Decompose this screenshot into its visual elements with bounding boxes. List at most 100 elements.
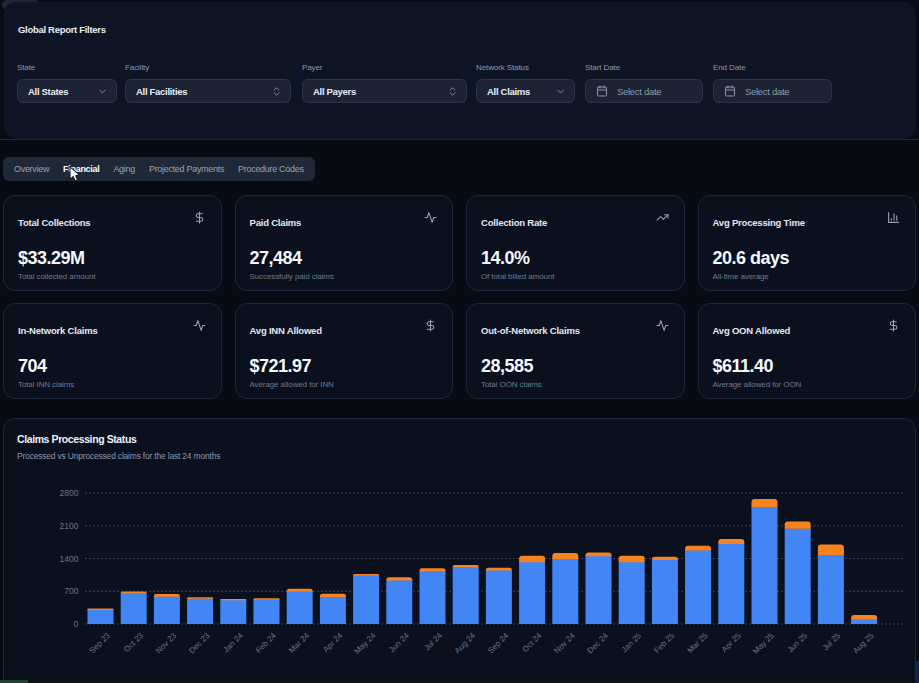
bar-processed[interactable] (121, 593, 147, 624)
kpi-subtitle: Of total billed amount (481, 272, 670, 281)
x-axis-label: Feb 24 (254, 631, 278, 655)
kpi-card-collection-rate: Collection Rate14.0%Of total billed amou… (466, 195, 685, 291)
y-axis-label: 2100 (60, 521, 79, 531)
x-axis-label: Nov 23 (154, 631, 179, 656)
kpi-title: Avg Processing Time (713, 217, 902, 228)
date-input[interactable]: Select date (585, 79, 703, 103)
kpi-row-2: In-Network Claims704Total INN claimsAvg … (3, 303, 916, 399)
filter-label: End Date (713, 63, 832, 72)
select-value: All Payers (313, 86, 447, 97)
select-input[interactable]: All Facilities (125, 79, 291, 103)
x-axis-label: Sep 24 (486, 631, 511, 656)
chevron-down-icon (97, 86, 108, 97)
bar-processed[interactable] (220, 600, 246, 624)
x-axis-label: Jan 25 (620, 631, 644, 655)
activity-icon (193, 318, 206, 336)
bar-processed[interactable] (420, 571, 446, 624)
x-axis-label: Jul 25 (821, 631, 843, 653)
date-placeholder: Select date (617, 86, 694, 97)
tab-overview[interactable]: Overview (7, 164, 56, 174)
tab-procedure-codes[interactable]: Procedure Codes (231, 164, 311, 174)
bar-processed[interactable] (254, 599, 280, 624)
bar-processed[interactable] (320, 596, 346, 624)
bar-unprocessed[interactable] (818, 544, 844, 555)
bar-unprocessed[interactable] (752, 499, 778, 507)
select-input[interactable]: All States (17, 79, 117, 103)
bar-unprocessed[interactable] (287, 589, 313, 592)
x-axis-label: Dec 23 (187, 631, 212, 656)
bar-processed[interactable] (386, 580, 412, 624)
kpi-subtitle: Successfully paid claims (250, 272, 439, 281)
bar-processed[interactable] (718, 544, 744, 624)
filter-label: Facility (125, 63, 291, 72)
bar-unprocessed[interactable] (121, 591, 147, 593)
x-axis-label: Jan 24 (221, 631, 245, 655)
x-axis-label: May 25 (751, 631, 776, 656)
bar-unprocessed[interactable] (652, 557, 678, 560)
x-axis-label: Nov 24 (552, 631, 577, 656)
bar-processed[interactable] (818, 555, 844, 624)
kpi-subtitle: All-time average (713, 272, 902, 281)
kpi-card-in-network-claims: In-Network Claims704Total INN claims (3, 303, 222, 399)
filter-state: StateAll States (17, 63, 117, 103)
bar-unprocessed[interactable] (785, 522, 811, 529)
bar-unprocessed[interactable] (519, 556, 545, 563)
bar-unprocessed[interactable] (486, 568, 512, 571)
tab-projected-payments[interactable]: Projected Payments (142, 164, 231, 174)
bar-unprocessed[interactable] (586, 552, 612, 556)
bar-unprocessed[interactable] (88, 609, 114, 610)
bar-unprocessed[interactable] (420, 568, 446, 571)
dollar-sign-icon (887, 318, 900, 336)
calendar-icon (596, 85, 608, 97)
bar-unprocessed[interactable] (320, 594, 346, 597)
bar-processed[interactable] (552, 559, 578, 625)
kpi-value: 704 (18, 356, 207, 377)
kpi-title: Total Collections (18, 217, 207, 228)
bar-unprocessed[interactable] (187, 597, 213, 598)
bar-unprocessed[interactable] (353, 574, 379, 576)
kpi-title: Avg OON Allowed (713, 325, 902, 336)
x-axis-label: Jul 24 (422, 631, 444, 653)
select-input[interactable]: All Payers (302, 79, 467, 103)
bar-processed[interactable] (619, 562, 645, 624)
filter-start-date: Start DateSelect date (585, 63, 703, 103)
bar-unprocessed[interactable] (619, 556, 645, 563)
bar-processed[interactable] (486, 570, 512, 624)
bar-processed[interactable] (187, 598, 213, 624)
kpi-title: Avg INN Allowed (250, 325, 439, 336)
x-axis-label: Jun 24 (387, 631, 411, 655)
bar-processed[interactable] (154, 596, 180, 624)
bar-unprocessed[interactable] (685, 546, 711, 551)
bar-processed[interactable] (685, 550, 711, 624)
bar-unprocessed[interactable] (453, 565, 479, 567)
select-input[interactable]: All Claims (476, 79, 575, 103)
bar-unprocessed[interactable] (552, 553, 578, 559)
bar-processed[interactable] (785, 528, 811, 624)
bar-unprocessed[interactable] (220, 599, 246, 600)
bar-unprocessed[interactable] (386, 577, 412, 580)
bar-unprocessed[interactable] (851, 615, 877, 619)
x-axis-label: Aug 25 (851, 631, 876, 656)
bar-unprocessed[interactable] (718, 539, 744, 544)
bar-processed[interactable] (752, 507, 778, 624)
bar-processed[interactable] (88, 609, 114, 624)
x-axis-label: Mar 25 (686, 631, 710, 655)
bar-processed[interactable] (453, 567, 479, 624)
bar-processed[interactable] (586, 556, 612, 624)
kpi-title: Out-of-Network Claims (481, 325, 670, 336)
bar-unprocessed[interactable] (254, 598, 280, 599)
bar-processed[interactable] (353, 575, 379, 624)
chevrons-up-down-icon (271, 86, 282, 97)
kpi-value: 20.6 days (713, 248, 902, 269)
bar-unprocessed[interactable] (154, 594, 180, 597)
bar-processed[interactable] (652, 559, 678, 624)
bar-processed[interactable] (851, 619, 877, 624)
kpi-card-avg-inn-allowed: Avg INN Allowed$721.97Average allowed fo… (235, 303, 454, 399)
y-axis-label: 0 (74, 619, 79, 629)
y-axis-label: 2800 (60, 488, 79, 498)
bar-processed[interactable] (287, 591, 313, 624)
global-filters-panel: Global Report Filters StateAll StatesFac… (4, 2, 916, 139)
bar-processed[interactable] (519, 562, 545, 624)
date-input[interactable]: Select date (713, 79, 832, 103)
tab-aging[interactable]: Aging (106, 164, 142, 174)
